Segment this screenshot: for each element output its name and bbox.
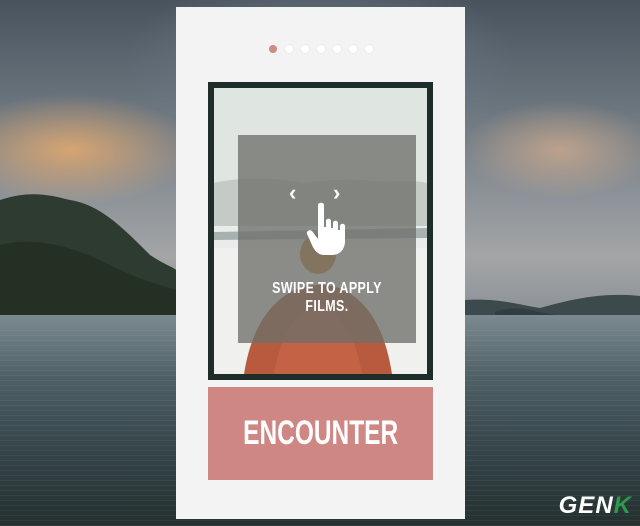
page-dot[interactable] [348,45,357,53]
swipe-hint-overlay: ‹ › SWIPE TO APPLY FILMS. [238,135,416,343]
page-dot[interactable] [300,45,309,53]
page-indicator [176,45,465,55]
film-preview-photo[interactable]: ‹ › SWIPE TO APPLY FILMS. [214,88,427,374]
phone-card: ‹ › SWIPE TO APPLY FILMS. ENCOUNTER [176,7,465,519]
page-dot[interactable] [364,45,373,53]
page-dot[interactable] [332,45,341,53]
film-preview-frame[interactable]: ‹ › SWIPE TO APPLY FILMS. [208,82,433,380]
film-name-bar[interactable]: ENCOUNTER [208,387,433,480]
watermark-accent: K [613,492,632,519]
genk-watermark-logo: GEN K [559,492,632,520]
watermark-text: GEN [558,492,614,519]
page-dot-active[interactable] [268,45,277,53]
film-name: ENCOUNTER [242,414,399,452]
page-dot[interactable] [284,45,293,53]
swipe-hint-text: SWIPE TO APPLY FILMS. [272,280,382,315]
page-dot[interactable] [316,45,325,53]
swipe-hand-icon [306,202,345,255]
chevron-left-icon[interactable]: ‹ [289,182,296,204]
